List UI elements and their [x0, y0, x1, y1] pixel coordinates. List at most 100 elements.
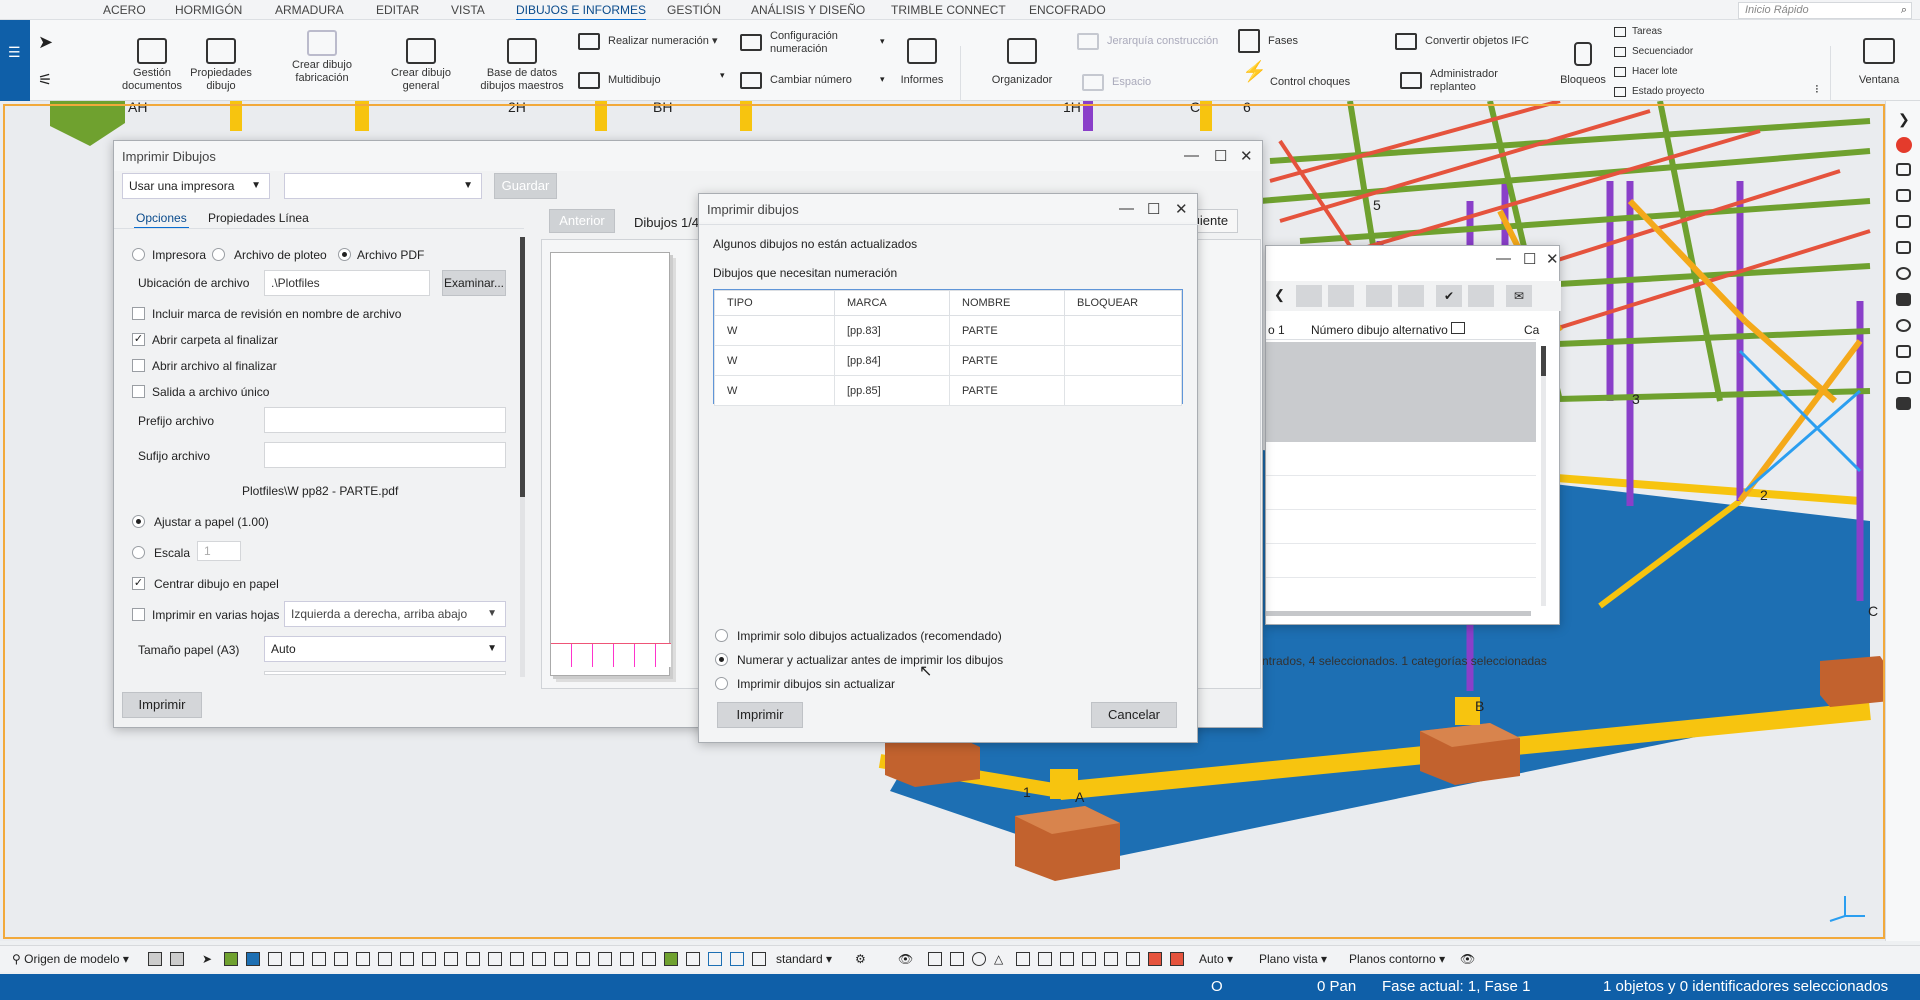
snap-reference-icon[interactable]	[664, 952, 678, 966]
clip-x-icon[interactable]	[1016, 952, 1030, 966]
espacio-button[interactable]: Espacio	[1082, 74, 1151, 91]
remove-plane-icon[interactable]	[170, 952, 184, 966]
snap-edge-icon[interactable]	[620, 952, 634, 966]
number-and-update-radio[interactable]	[715, 653, 728, 666]
clip-arrow-icon[interactable]	[1126, 952, 1140, 966]
snap-free-icon[interactable]	[730, 952, 744, 966]
quick-launch-input[interactable]: Inicio Rápido ⌕	[1738, 2, 1912, 19]
eye-icon[interactable]: 👁	[898, 952, 913, 966]
select-parts-icon[interactable]	[224, 952, 238, 966]
propiedades-dibujo-button[interactable]: Propiedades dibujo	[188, 38, 254, 93]
filter-icon[interactable]: ⚙	[855, 952, 869, 966]
contour-planes-select[interactable]: Planos contorno ▾	[1349, 952, 1445, 966]
work-plane-select[interactable]: ⚲ Origen de modelo ▾	[12, 952, 129, 966]
maximize-icon[interactable]: ☐	[1214, 147, 1227, 165]
config-dropdown-icon[interactable]: ▾	[880, 36, 885, 47]
bloqueos-button[interactable]: Bloqueos	[1555, 42, 1611, 87]
sheet-order-select[interactable]: Izquierda a derecha, arriba abajo ▼	[284, 601, 506, 627]
settings-select[interactable]: ▼	[284, 173, 482, 199]
snap-center-icon[interactable]	[598, 952, 612, 966]
organizador-button[interactable]: Organizador	[988, 38, 1056, 87]
multidibujo-button[interactable]: Multidibujo	[578, 72, 661, 89]
minimize-icon[interactable]: —	[1184, 147, 1199, 164]
close-icon[interactable]: ✕	[1175, 200, 1188, 218]
print-updated-only-radio[interactable]	[715, 629, 728, 642]
vertical-scrollbar[interactable]	[1541, 346, 1546, 606]
properties-icon[interactable]	[1896, 163, 1911, 176]
lock-icon[interactable]	[1296, 285, 1322, 307]
cancel-button[interactable]: Cancelar	[1091, 702, 1177, 728]
browse-button[interactable]: Examinar...	[442, 270, 506, 296]
component-icon[interactable]	[1896, 371, 1911, 384]
snap-arc-icon[interactable]	[576, 952, 590, 966]
prefix-input[interactable]	[264, 407, 506, 433]
hamburger-icon[interactable]: ☰	[8, 44, 21, 61]
clip-curve-icon[interactable]	[1082, 952, 1096, 966]
open-file-checkbox[interactable]	[132, 359, 145, 372]
print-button[interactable]: Imprimir	[122, 692, 202, 718]
snap-override-icon[interactable]	[752, 952, 766, 966]
tareas-button[interactable]: Tareas	[1614, 26, 1662, 37]
freeze-icon[interactable]	[1366, 285, 1392, 307]
options-hscrollbar[interactable]	[264, 671, 506, 675]
clip-sigma-icon[interactable]	[1104, 952, 1118, 966]
tab-dibujos-informes[interactable]: DIBUJOS E INFORMES	[516, 3, 647, 21]
select-table-icon[interactable]	[356, 952, 370, 966]
output-plot-radio[interactable]	[212, 248, 225, 261]
doc-grid-rows[interactable]	[1266, 442, 1536, 602]
printer-select[interactable]: Usar una impresora ▼	[122, 173, 270, 199]
print-without-update-radio[interactable]	[715, 677, 728, 690]
select-arrow-icon[interactable]: ➤	[38, 32, 53, 53]
add-plane-icon[interactable]	[148, 952, 162, 966]
snap-end-icon[interactable]	[488, 952, 502, 966]
previous-button[interactable]: Anterior	[549, 209, 615, 233]
jerarquia-construccion-button[interactable]: Jerarquía construcción	[1077, 33, 1218, 50]
view-plane-select[interactable]: Plano vista ▾	[1259, 952, 1327, 966]
scale-input[interactable]: 1	[197, 541, 241, 561]
clip-sym-icon[interactable]	[1060, 952, 1074, 966]
realizar-numeracion-button[interactable]: Realizar numeración ▾	[578, 33, 717, 50]
settings-icon[interactable]	[1896, 189, 1911, 202]
snap-point-icon[interactable]	[554, 952, 568, 966]
cube-icon[interactable]	[1896, 345, 1911, 358]
table-row[interactable]: W [pp.83] PARTE	[714, 315, 1182, 346]
back-icon[interactable]: ❮	[1274, 287, 1285, 303]
auto-select[interactable]: Auto ▾	[1199, 952, 1233, 966]
standard-select[interactable]: standard ▾	[776, 952, 832, 966]
tab-options[interactable]: Opciones	[134, 211, 189, 229]
snap-mid-icon[interactable]	[466, 952, 480, 966]
crear-dibujo-general-button[interactable]: Crear dibujo general	[386, 38, 456, 93]
minimize-icon[interactable]: —	[1496, 250, 1511, 267]
horizontal-scrollbar[interactable]	[1266, 611, 1531, 616]
triangle-icon[interactable]: △	[994, 952, 1008, 966]
unlock-icon[interactable]	[1328, 285, 1354, 307]
snap-plane-icon[interactable]	[642, 952, 656, 966]
snap-perp-icon[interactable]	[510, 952, 524, 966]
view-box-icon[interactable]	[928, 952, 942, 966]
maximize-icon[interactable]: ☐	[1523, 250, 1536, 268]
tab-encofrado[interactable]: ENCOFRADO	[1029, 3, 1106, 17]
table-row[interactable]: W [pp.84] PARTE	[714, 345, 1182, 376]
center-drawing-checkbox[interactable]: ✓	[132, 577, 145, 590]
confirm-print-button[interactable]: Imprimir	[717, 702, 803, 728]
crear-dibujo-fabricacion-button[interactable]: Crear dibujo fabricación	[286, 30, 358, 85]
configuracion-numeracion-button[interactable]: Configuración numeración	[740, 30, 890, 56]
select-line-icon[interactable]	[312, 952, 326, 966]
select-bolt-icon[interactable]	[334, 952, 348, 966]
view-circle-icon[interactable]	[972, 952, 986, 966]
gestion-documentos-button[interactable]: Gestión documentos	[112, 38, 192, 93]
informes-button[interactable]: Informes	[894, 38, 950, 87]
select-components-icon[interactable]	[246, 952, 260, 966]
tab-vista[interactable]: VISTA	[451, 3, 485, 17]
table-cell[interactable]	[1064, 345, 1182, 376]
cloud-icon[interactable]	[1896, 293, 1911, 306]
check-icon[interactable]: ✔	[1436, 285, 1462, 307]
cambiar-dropdown-icon[interactable]: ▾	[880, 74, 885, 85]
suffix-input[interactable]	[264, 442, 506, 468]
remove-check-icon[interactable]	[1468, 285, 1494, 307]
estado-proyecto-button[interactable]: Estado proyecto	[1614, 86, 1704, 97]
hacer-lote-button[interactable]: Hacer lote	[1614, 66, 1678, 77]
minimize-icon[interactable]: —	[1119, 200, 1134, 217]
control-choques-button[interactable]: ⚡ Control choques	[1240, 62, 1350, 89]
tab-analisis[interactable]: ANÁLISIS Y DISEÑO	[751, 3, 865, 17]
